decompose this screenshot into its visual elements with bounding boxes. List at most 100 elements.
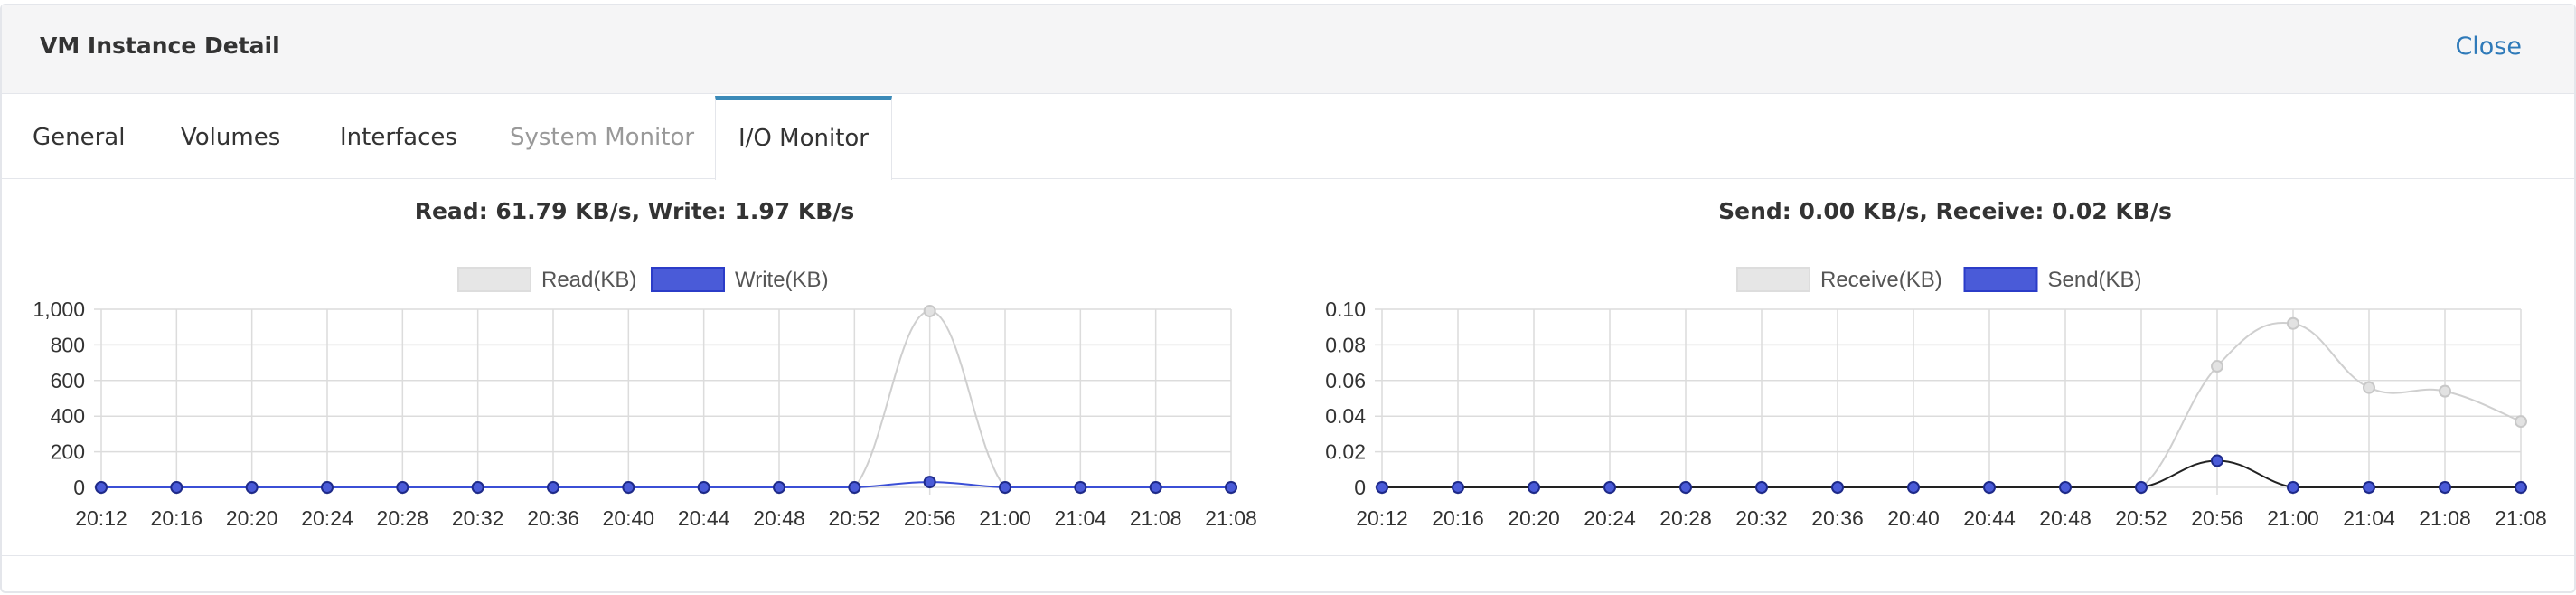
y-tick-label: 0.10	[1325, 298, 1366, 321]
data-point	[245, 481, 259, 494]
modal-header: VM Instance Detail Close	[2, 5, 2574, 94]
x-tick-label: 20:36	[1811, 506, 1864, 530]
y-tick-label: 800	[51, 333, 85, 356]
data-point	[2439, 384, 2451, 398]
x-tick-label: 20:36	[527, 506, 579, 530]
series-line-receivekb	[1381, 321, 2522, 488]
tab-io-monitor[interactable]: I/O Monitor	[715, 96, 892, 180]
x-tick-label: 20:32	[1735, 506, 1788, 530]
y-tick-label: 200	[51, 440, 85, 464]
data-point	[95, 481, 108, 494]
tab-general[interactable]: General	[33, 96, 125, 179]
x-tick-label: 20:28	[1659, 506, 1712, 530]
chart-0-group: Read: 61.79 KB/s, Write: 1.97 KB/s Read(K…	[33, 198, 1256, 530]
data-point	[321, 481, 334, 494]
y-tick-label: 0.06	[1325, 369, 1366, 392]
x-tick-label: 20:12	[75, 506, 127, 530]
data-point	[2363, 481, 2375, 494]
data-point	[1452, 481, 1464, 494]
data-point	[2515, 415, 2527, 429]
x-tick-label: 21:04	[2343, 506, 2395, 530]
disk-io-chart: Read: 61.79 KB/s, Write: 1.97 KB/s Read(K…	[2, 179, 1290, 550]
data-point	[923, 304, 936, 317]
x-tick-label: 20:52	[829, 506, 881, 530]
legend-label-0: Read(KB)	[541, 268, 636, 292]
x-tick-label: 20:52	[2115, 506, 2167, 530]
x-tick-label: 20:20	[1508, 506, 1560, 530]
y-tick-label: 0.04	[1325, 404, 1366, 428]
disk-io-chart-svg: Read: 61.79 KB/s, Write: 1.97 KB/s Read(K…	[33, 198, 1256, 530]
data-point	[547, 481, 559, 494]
y-tick-label: 0	[1354, 476, 1366, 499]
x-tick-label: 20:44	[1963, 506, 2016, 530]
data-point	[1074, 481, 1087, 494]
tab-bar: General Volumes Interfaces System Monito…	[2, 96, 2574, 180]
x-tick-label: 20:16	[151, 506, 203, 530]
data-point	[1376, 481, 1388, 494]
series-line-writekb	[100, 481, 1231, 488]
x-tick-label: 20:24	[1584, 506, 1636, 530]
data-point	[2059, 481, 2072, 494]
x-tick-label: 21:00	[2267, 506, 2319, 530]
x-tick-label: 21:00	[979, 506, 1031, 530]
x-tick-label: 20:40	[1887, 506, 1940, 530]
data-point	[1528, 481, 1540, 494]
tab-interfaces[interactable]: Interfaces	[340, 96, 457, 179]
legend-label-1: Send(KB)	[2048, 268, 2142, 292]
x-tick-label: 21:08	[1205, 506, 1257, 530]
data-point	[471, 481, 484, 494]
x-tick-label: 20:40	[603, 506, 655, 530]
chart-title: Send: 0.00 KB/s, Receive: 0.02 KB/s	[1718, 198, 2172, 224]
chart-1-group: Send: 0.00 KB/s, Receive: 0.02 KB/s Recei…	[1325, 198, 2547, 530]
series-line-sendkb	[1381, 459, 2521, 488]
data-point	[2211, 454, 2223, 468]
data-point	[396, 481, 409, 494]
data-point	[2135, 481, 2148, 494]
close-button[interactable]: Close	[2455, 33, 2522, 61]
x-tick-label: 20:56	[904, 506, 956, 530]
data-point	[2287, 316, 2299, 330]
legend-label-1: Write(KB)	[735, 268, 829, 292]
modal-title: VM Instance Detail	[40, 33, 280, 59]
data-point	[1831, 481, 1844, 494]
data-point	[1755, 481, 1768, 494]
data-point	[697, 481, 710, 494]
data-point	[622, 481, 635, 494]
legend-swatch-0	[1736, 267, 1810, 292]
x-tick-label: 20:28	[377, 506, 429, 530]
y-tick-label: 0	[73, 476, 85, 499]
network-io-chart: Send: 0.00 KB/s, Receive: 0.02 KB/s Recei…	[1290, 179, 2576, 550]
vm-instance-detail-modal: VM Instance Detail Close General Volumes…	[0, 4, 2576, 593]
x-tick-label: 20:48	[2039, 506, 2092, 530]
data-point	[170, 481, 183, 494]
data-point	[1603, 481, 1616, 494]
tab-system-monitor: System Monitor	[510, 124, 695, 151]
series-line-readkb	[100, 309, 1231, 489]
data-point	[1149, 481, 1162, 494]
data-point	[2211, 360, 2223, 373]
data-point	[1679, 481, 1692, 494]
x-tick-label: 20:20	[226, 506, 278, 530]
data-point	[773, 481, 785, 494]
x-tick-label: 20:56	[2191, 506, 2243, 530]
x-tick-label: 21:08	[2495, 506, 2547, 530]
data-point	[1983, 481, 1996, 494]
legend-swatch-1	[1963, 267, 2038, 292]
data-point	[848, 481, 861, 494]
legend-swatch-0	[457, 267, 531, 292]
legend-label-0: Receive(KB)	[1820, 268, 1942, 292]
legend-swatch-1	[651, 267, 725, 292]
x-tick-label: 20:24	[301, 506, 353, 530]
x-tick-label: 20:44	[678, 506, 730, 530]
x-tick-label: 20:32	[452, 506, 504, 530]
x-tick-label: 21:04	[1055, 506, 1107, 530]
y-tick-label: 400	[51, 404, 85, 428]
y-tick-label: 600	[51, 369, 85, 392]
x-tick-label: 20:16	[1432, 506, 1484, 530]
x-tick-label: 20:48	[753, 506, 805, 530]
data-point	[2439, 481, 2451, 494]
x-tick-label: 21:08	[1130, 506, 1182, 530]
y-tick-label: 0.02	[1325, 440, 1366, 464]
data-point	[1907, 481, 1920, 494]
tab-volumes[interactable]: Volumes	[181, 96, 280, 179]
